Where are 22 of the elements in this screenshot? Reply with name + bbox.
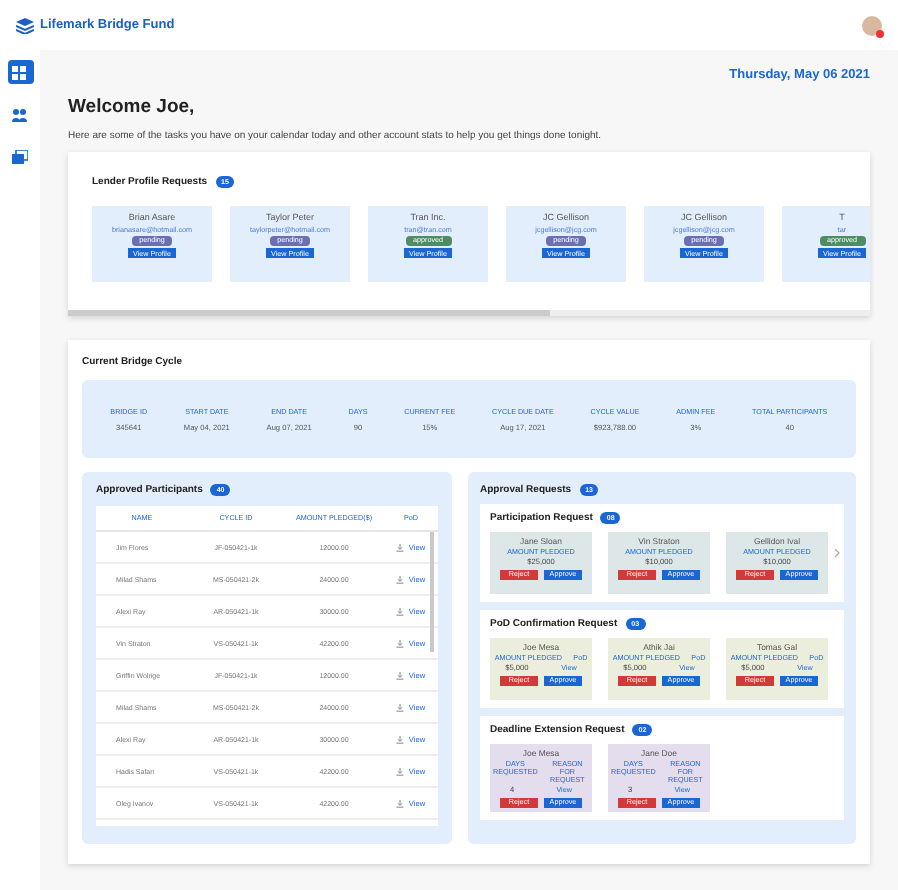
download-icon xyxy=(396,799,405,807)
download-icon xyxy=(396,575,405,583)
sidebar-item[interactable] xyxy=(7,144,33,168)
download-icon xyxy=(396,543,405,551)
dashboard-icon xyxy=(12,65,28,79)
sidebar-item[interactable] xyxy=(7,60,33,84)
download-icon xyxy=(396,767,405,775)
welcome-heading: Welcome Joe, xyxy=(68,96,197,118)
chevron-right-icon[interactable] xyxy=(834,548,840,558)
users-icon xyxy=(12,107,28,121)
download-icon xyxy=(396,735,405,743)
cards-icon xyxy=(12,149,28,163)
download-icon xyxy=(396,703,405,711)
download-icon xyxy=(396,607,405,615)
download-icon xyxy=(396,639,405,647)
avatar[interactable] xyxy=(862,15,882,35)
scrollbar-track[interactable] xyxy=(68,310,870,316)
download-icon xyxy=(396,671,405,679)
stack-logo-icon xyxy=(16,17,34,33)
scrollbar-thumb[interactable] xyxy=(430,532,434,652)
notification-dot xyxy=(876,29,884,37)
scrollbar-thumb[interactable] xyxy=(68,310,550,316)
